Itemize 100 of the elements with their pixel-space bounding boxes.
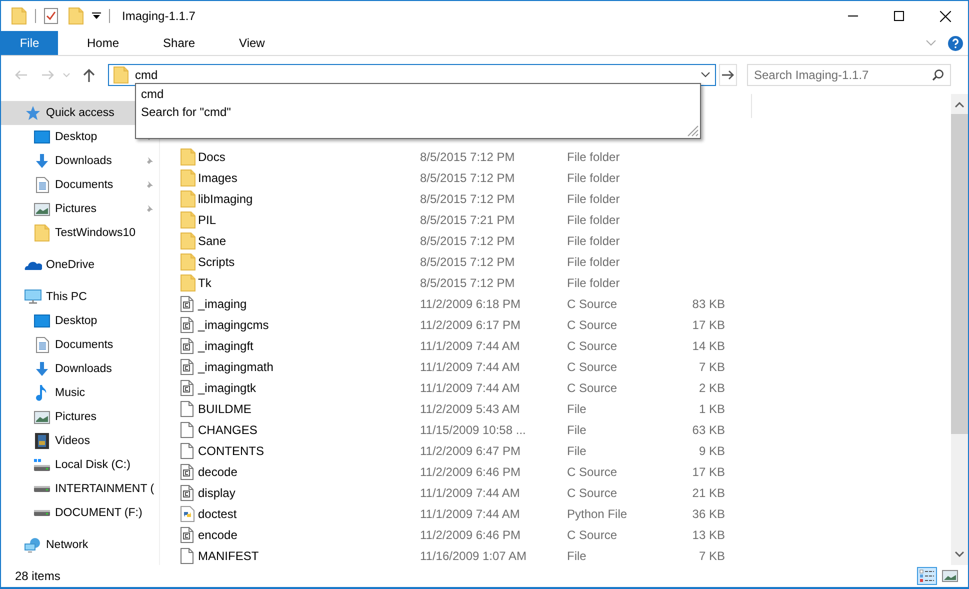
item-count: 28 items (15, 569, 60, 583)
ribbon-tab[interactable]: Home (72, 31, 134, 55)
file-type: File folder (567, 254, 621, 268)
properties-icon[interactable] (44, 8, 58, 24)
folder-icon (180, 232, 196, 250)
scroll-down-icon[interactable] (955, 551, 964, 557)
right-arrow-icon[interactable] (722, 70, 734, 80)
file-type: File folder (567, 234, 621, 248)
nav-item[interactable]: Music (1, 381, 159, 405)
file-type: C Source (567, 360, 618, 374)
date-modified: 11/1/2009 7:44 AM (420, 338, 521, 352)
close-icon[interactable] (940, 10, 950, 22)
desktop-icon (34, 130, 50, 144)
nav-item[interactable]: DOCUMENT (F:) (1, 501, 159, 525)
file-size: 36 KB (691, 506, 725, 520)
file-name[interactable]: MANIFEST (198, 548, 259, 562)
file-name[interactable]: doctest (198, 506, 237, 520)
date-modified: 11/2/2009 6:46 PM (420, 528, 522, 542)
file-type: File folder (567, 212, 621, 226)
file-name[interactable]: Scripts (198, 254, 235, 268)
nav-item[interactable]: TestWindows10 (1, 221, 159, 245)
folder-icon (180, 252, 196, 270)
file-name[interactable]: CONTENTS (198, 444, 264, 458)
nav-item[interactable]: This PC (1, 285, 159, 309)
up-arrow-icon[interactable] (83, 68, 95, 82)
resize-grip-icon[interactable] (685, 123, 699, 137)
network-icon (24, 537, 42, 553)
date-modified: 11/1/2009 7:44 AM (420, 506, 521, 520)
file-type: File folder (567, 192, 621, 206)
address-field[interactable]: cmd (108, 64, 716, 86)
nav-item[interactable]: Pictures (1, 405, 159, 429)
window-title: Imaging-1.1.7 (122, 9, 196, 23)
file-name[interactable]: _imagingft (198, 338, 254, 352)
file-name[interactable]: Tk (198, 276, 212, 290)
file-name[interactable]: BUILDME (198, 402, 252, 416)
source-file-icon (180, 296, 194, 312)
drive-icon (33, 485, 51, 493)
file-type: C Source (567, 296, 618, 310)
file-name[interactable]: Images (198, 170, 238, 184)
file-name[interactable]: _imagingtk (198, 380, 256, 394)
scroll-up-icon[interactable] (955, 102, 964, 108)
file-menu-button[interactable]: File (1, 31, 58, 55)
file-name[interactable]: libImaging (198, 192, 253, 206)
nav-item[interactable]: Local Disk (C:) (1, 453, 159, 477)
file-type: File folder (567, 170, 621, 184)
nav-item[interactable]: INTERTAINMENT ( (1, 477, 159, 501)
file-size: 9 KB (698, 444, 725, 458)
file-name[interactable]: _imagingcms (198, 318, 269, 332)
file-type: C Source (567, 486, 618, 500)
nav-item[interactable]: Network (1, 533, 159, 557)
file-type: File (567, 444, 588, 458)
help-icon[interactable] (948, 36, 963, 50)
file-name[interactable]: Docs (198, 150, 226, 164)
nav-item[interactable]: Desktop (1, 309, 159, 333)
nav-item[interactable]: Downloads (1, 357, 159, 381)
date-modified: 8/5/2015 7:12 PM (420, 254, 516, 268)
nav-item[interactable]: Pictures (1, 197, 159, 221)
nav-item[interactable]: Videos (1, 429, 159, 453)
file-size: 83 KB (691, 296, 725, 310)
search-field[interactable]: Search Imaging-1.1.7 (747, 64, 951, 86)
maximize-icon[interactable] (894, 11, 904, 21)
file-name[interactable]: Sane (198, 234, 226, 248)
file-name[interactable]: decode (198, 464, 238, 478)
large-icons-view-icon[interactable] (940, 567, 960, 585)
file-size: 7 KB (698, 360, 725, 374)
nav-item[interactable]: Documents (1, 333, 159, 357)
folder-icon (180, 148, 196, 166)
details-view-icon[interactable] (917, 567, 937, 585)
file-type: File folder (567, 150, 621, 164)
source-file-icon (180, 358, 194, 374)
ribbon-tab[interactable]: Share (148, 31, 210, 55)
date-modified: 8/5/2015 7:21 PM (420, 212, 516, 226)
scrollbar[interactable] (951, 94, 968, 565)
file-size: 14 KB (691, 338, 725, 352)
file-name[interactable]: _imaging (198, 296, 247, 310)
date-modified: 11/2/2009 6:18 PM (420, 296, 522, 310)
file-type: Python File (567, 506, 628, 520)
date-modified: 11/2/2009 6:47 PM (420, 444, 522, 458)
date-modified: 8/5/2015 7:12 PM (420, 276, 516, 290)
date-modified: 8/5/2015 7:12 PM (420, 192, 516, 206)
file-name[interactable]: PIL (198, 212, 216, 226)
nav-item[interactable]: Desktop (1, 125, 159, 149)
file-name[interactable]: display (198, 486, 236, 500)
star-icon (25, 105, 41, 121)
suggestion-item[interactable]: cmd (141, 85, 695, 103)
nav-item[interactable]: Documents (1, 173, 159, 197)
computer-icon (24, 289, 42, 305)
nav-item[interactable]: Downloads (1, 149, 159, 173)
file-name[interactable]: _imagingmath (198, 360, 274, 374)
file-name[interactable]: encode (198, 528, 238, 542)
file-icon (180, 548, 194, 564)
source-file-icon (180, 464, 194, 480)
file-name[interactable]: CHANGES (198, 422, 258, 436)
date-modified: 11/2/2009 5:43 AM (420, 402, 521, 416)
caret-icon[interactable] (92, 12, 101, 20)
go-button[interactable] (719, 64, 737, 86)
date-modified: 8/5/2015 7:12 PM (420, 234, 516, 248)
nav-item[interactable]: OneDrive (1, 253, 159, 277)
caret-icon[interactable] (701, 72, 710, 78)
ribbon-tab[interactable]: View (224, 31, 280, 55)
